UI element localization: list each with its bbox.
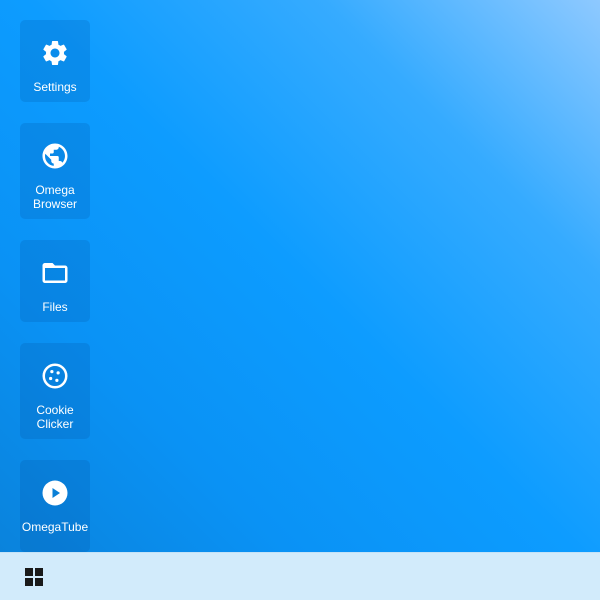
desktop-icon-omega-browser[interactable]: Omega Browser — [20, 123, 90, 219]
play-circle-icon — [39, 477, 71, 509]
gear-icon — [39, 37, 71, 69]
desktop-icon-label: Omega Browser — [32, 183, 77, 211]
desktop-icon-label: Files — [42, 300, 68, 314]
desktop-icon-cookie-clicker[interactable]: Cookie Clicker — [20, 343, 90, 439]
globe-icon — [39, 140, 71, 172]
desktop-icon-omegatube[interactable]: OmegaTube — [20, 460, 90, 552]
taskbar — [0, 552, 600, 600]
desktop-icon-label: Settings — [33, 80, 77, 94]
desktop: Settings Omega Browser Files Cookie Clic… — [0, 0, 600, 552]
desktop-icon-label: Cookie Clicker — [36, 403, 74, 431]
start-button[interactable] — [22, 565, 46, 589]
desktop-icon-settings[interactable]: Settings — [20, 20, 90, 102]
folder-icon — [39, 257, 71, 289]
cookie-icon — [39, 360, 71, 392]
desktop-icon-label: OmegaTube — [21, 520, 89, 534]
desktop-icon-files[interactable]: Files — [20, 240, 90, 322]
grid-icon — [25, 568, 43, 586]
